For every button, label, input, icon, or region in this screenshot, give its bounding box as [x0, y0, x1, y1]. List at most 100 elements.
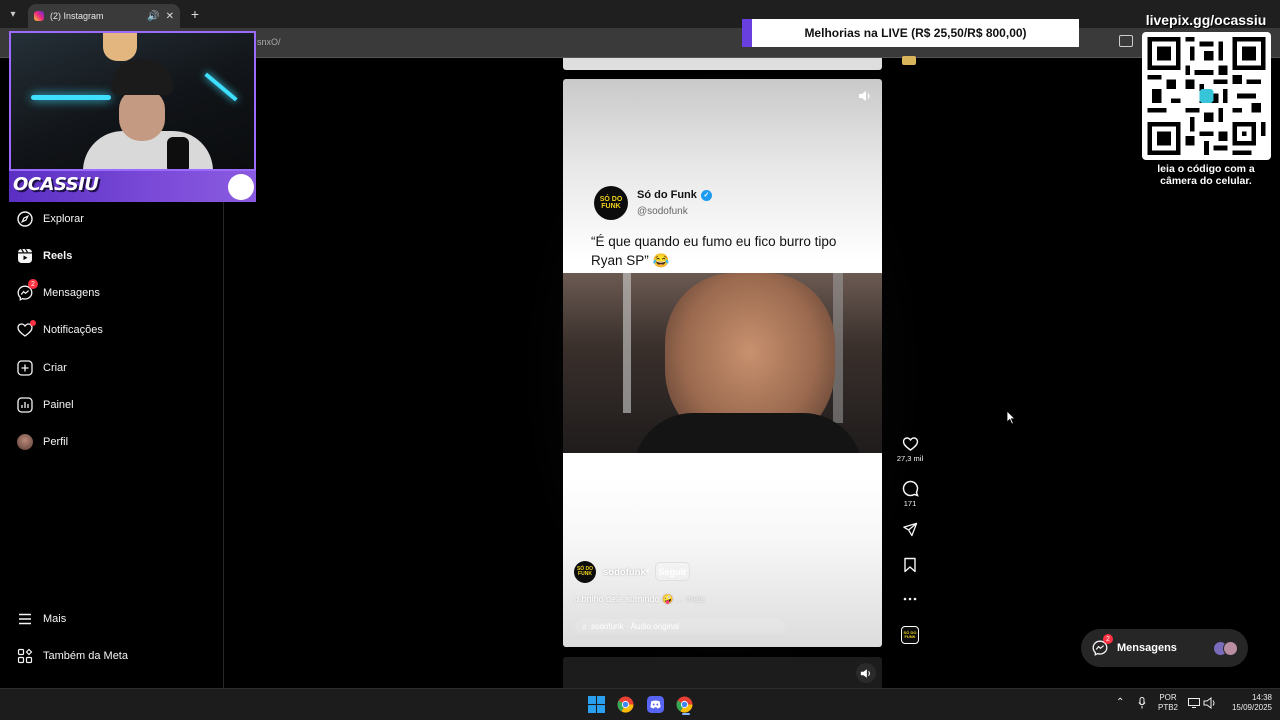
volume-icon[interactable]	[858, 89, 874, 103]
streamer-name: OCASSIU	[13, 174, 99, 195]
webcam-streamer-face	[119, 89, 165, 141]
reel-audio[interactable]: ♫ sodofunk · Áudio original	[575, 619, 785, 634]
cast-icon[interactable]	[1119, 35, 1133, 47]
sidebar-item-reels[interactable]: Reels	[16, 242, 216, 270]
sidebar-item-explorar[interactable]: Explorar	[16, 205, 216, 233]
browser-tab-instagram[interactable]: (2) Instagram 🔊 ✕	[28, 4, 180, 28]
messages-badge: 2	[28, 279, 38, 289]
sidebar-item-notificacoes[interactable]: Notificações	[16, 316, 216, 344]
previous-reel[interactable]	[563, 58, 882, 70]
bookmark-icon[interactable]	[903, 557, 917, 573]
sidebar-item-label: Criar	[43, 362, 67, 374]
webcam-streamer-cap	[111, 59, 173, 95]
sidebar-item-mensagens[interactable]: 2 Mensagens	[16, 279, 216, 307]
streamer-banner: OCASSIU	[9, 171, 256, 202]
sidebar-item-painel[interactable]: Painel	[16, 391, 216, 419]
heart-icon	[16, 320, 36, 339]
webcam-led-strip-2	[204, 72, 238, 102]
next-reel[interactable]	[563, 657, 882, 688]
more-options-action[interactable]	[896, 593, 924, 605]
follow-button[interactable]: Seguir	[655, 562, 690, 581]
comment-count: 171	[903, 499, 917, 508]
reel-caption[interactable]: o brilho dele sumindo 🤪 ... mais	[574, 594, 705, 605]
network-icon[interactable]	[1188, 698, 1200, 711]
post-quote: “É que quando eu fumo eu fico burro tipo…	[591, 234, 837, 268]
input-language[interactable]: POR PTB2	[1155, 693, 1181, 713]
taskbar-time: 14:38	[1251, 693, 1272, 702]
post-avatar: SÓ DO FUNK	[594, 186, 628, 220]
mouse-cursor-icon	[1006, 410, 1016, 425]
tab-search-chevron-icon[interactable]: ▾	[4, 5, 22, 23]
heart-icon[interactable]	[902, 436, 919, 452]
sidebar-item-criar[interactable]: Criar	[16, 354, 216, 382]
reel-separator: •	[646, 566, 650, 576]
sidebar-item-label: Também da Meta	[43, 650, 128, 662]
reel-audio-text: sodofunk · Áudio original	[591, 622, 680, 631]
input-language-1: POR	[1159, 693, 1177, 702]
qr-caption-line-1: leia o código com a	[1157, 163, 1255, 175]
post-handle: @sodofunk	[637, 206, 688, 217]
taskbar-clock[interactable]: 14:38 15/09/2025	[1222, 693, 1272, 713]
sidebar-item-label: Mensagens	[43, 287, 100, 299]
sidebar-item-label: Mais	[43, 613, 67, 625]
webcam-led-strip	[31, 95, 111, 100]
reels-icon	[16, 247, 34, 265]
tray-chevron-up-icon[interactable]: ⌃	[1116, 698, 1124, 708]
more-icon[interactable]	[902, 593, 918, 605]
like-action[interactable]: 27,3 mil	[896, 436, 924, 463]
url-text[interactable]: snxO/	[257, 37, 281, 47]
chrome-icon[interactable]	[615, 694, 635, 714]
taskbar-date: 15/09/2025	[1231, 703, 1272, 712]
messages-pill[interactable]: 2 Mensagens	[1081, 629, 1248, 667]
volume-icon	[860, 668, 870, 678]
sidebar-item-label: Explorar	[43, 213, 84, 225]
share-action[interactable]	[896, 522, 924, 537]
sidebar-item-tambem-da-meta[interactable]: Também da Meta	[16, 642, 216, 670]
sidebar-item-label: Perfil	[43, 436, 69, 448]
discord-icon[interactable]	[645, 694, 665, 714]
reel-video-frame[interactable]	[563, 273, 882, 453]
reel-username[interactable]: sodofunk	[603, 567, 646, 578]
audio-thumbnail[interactable]: SÓ DO FUNK	[901, 626, 919, 644]
tab-audio-icon[interactable]: 🔊	[147, 11, 159, 22]
comment-icon[interactable]	[902, 480, 919, 497]
mute-button[interactable]	[856, 663, 876, 683]
video-background-bar	[623, 273, 631, 413]
sidebar-item-perfil[interactable]: Perfil	[16, 428, 216, 456]
livepix-url: livepix.gg/ocassiu	[1145, 12, 1267, 28]
sidebar-item-label: Notificações	[43, 324, 103, 336]
messenger-icon: 2	[1091, 634, 1113, 657]
chrome-active-icon[interactable]	[674, 694, 694, 714]
send-icon[interactable]	[902, 522, 918, 537]
new-tab-button[interactable]: +	[186, 5, 204, 23]
reel-user-avatar[interactable]: SÓ DO FUNK	[574, 561, 596, 583]
webcam-microphone	[167, 137, 189, 169]
qr-caption-line-2: câmera do celular.	[1160, 175, 1252, 187]
save-action[interactable]	[896, 557, 924, 573]
like-count: 27,3 mil	[896, 454, 924, 463]
avatar	[17, 434, 33, 450]
speaker-icon[interactable]	[1203, 697, 1217, 712]
previous-reel-audio-thumb-icon[interactable]	[902, 56, 916, 65]
avatar	[1223, 640, 1238, 656]
tab-title: (2) Instagram	[50, 11, 104, 21]
plus-square-icon	[16, 359, 34, 377]
windows-start-icon[interactable]	[586, 694, 606, 714]
sidebar-item-mais[interactable]: Mais	[16, 605, 216, 633]
microphone-icon[interactable]	[1138, 697, 1146, 712]
plus-icon: +	[190, 6, 200, 22]
comment-action[interactable]: 171	[896, 480, 924, 508]
messenger-icon: 2	[16, 279, 38, 302]
post-account: Só do Funk ✓	[637, 189, 712, 201]
instagram-favicon-icon	[34, 11, 44, 21]
chart-icon	[16, 396, 34, 414]
live-goal-bar: Melhorias na LIVE (R$ 25,50/R$ 800,00)	[742, 19, 1079, 47]
post-account-name: Só do Funk	[637, 189, 697, 201]
video-hood	[633, 413, 863, 453]
streamer-logo-icon	[228, 174, 254, 200]
webcam-guitar	[103, 33, 137, 61]
caption-more-link[interactable]: ... mais	[676, 594, 705, 604]
tab-close-icon[interactable]: ✕	[166, 11, 174, 22]
music-note-icon: ♫	[581, 622, 587, 631]
sidebar-item-label: Painel	[43, 399, 74, 411]
